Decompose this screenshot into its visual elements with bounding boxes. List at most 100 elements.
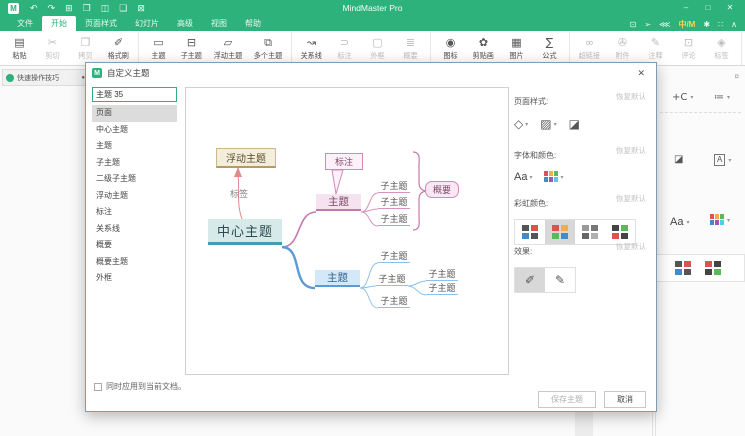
rainbow-style-icon[interactable] (705, 261, 721, 275)
list-item-callout[interactable]: 标注 (92, 204, 177, 221)
restore-default-link[interactable]: 恢复默认 (616, 193, 646, 204)
send-icon[interactable]: ➢ (640, 20, 655, 29)
list-item-page[interactable]: 页面 (92, 105, 177, 122)
caret-down-icon: ▾ (727, 217, 730, 224)
list-item-floating-topic[interactable]: 浮动主题 (92, 188, 177, 205)
font-icon: Aa (670, 216, 683, 228)
background-image-button[interactable]: ▨ ▾ (540, 117, 556, 131)
caret-down-icon: ▾ (560, 174, 563, 181)
formula-button[interactable]: ∑ 公式 (533, 36, 566, 61)
collapse-ribbon-icon[interactable]: ∧ (727, 20, 741, 29)
pin-icon[interactable]: ¤ (735, 72, 739, 81)
color-palette-button[interactable]: ▾ (710, 214, 730, 226)
restore-default-link[interactable]: 恢复默认 (616, 241, 646, 252)
hyperlink-button[interactable]: ∞ 超链接 (573, 36, 606, 61)
multiple-topics-button[interactable]: ⧉ 多个主题 (248, 36, 288, 61)
list-item-subtopic[interactable]: 子主题 (92, 155, 177, 172)
summary-button[interactable]: ≣ 概要 (394, 36, 427, 61)
apps-grid-icon[interactable]: ∷ (714, 20, 727, 29)
tab-help[interactable]: 帮助 (236, 16, 270, 31)
cancel-button[interactable]: 取消 (604, 391, 646, 408)
format-painter-button[interactable]: ✐ 格式刷 (102, 36, 135, 61)
font-button[interactable]: Aa ▾ (670, 216, 689, 228)
redo-button[interactable]: ↷ (43, 0, 61, 16)
mark-icon-button[interactable]: ◉ 图标 (434, 36, 467, 61)
list-item-boundary[interactable]: 外框 (92, 270, 177, 287)
quick-tips-bar[interactable]: 快速操作技巧 ● (2, 69, 89, 86)
topic-button[interactable]: ▭ 主题 (142, 36, 175, 61)
new-button[interactable]: ⊞ (60, 0, 78, 16)
rainbow-style-icon[interactable] (675, 261, 691, 275)
note-label: 注释 (648, 50, 662, 60)
close-button[interactable]: ✕ (719, 1, 741, 15)
fill-style-icon: ◇ (514, 117, 523, 131)
relationship-icon: ↝ (307, 36, 316, 49)
effect-style-2[interactable]: ✎ (545, 268, 575, 292)
apply-to-document-checkbox[interactable]: 同时应用到当前文档。 (94, 381, 186, 392)
canvas-scrollbar[interactable] (575, 412, 593, 436)
open-button[interactable]: ❒ (78, 0, 96, 16)
undo-button[interactable]: ↶ (25, 0, 43, 16)
restore-default-link[interactable]: 恢复默认 (616, 145, 646, 156)
fill-style-button[interactable]: ◇ ▾ (514, 117, 528, 131)
dialog-close-icon[interactable]: ✕ (632, 66, 650, 81)
relationship-button[interactable]: ↝ 关系线 (295, 36, 328, 61)
maximize-button[interactable]: □ (697, 1, 719, 15)
list-item-topic[interactable]: 主题 (92, 138, 177, 155)
tab-home[interactable]: 开始 (42, 16, 76, 31)
restore-default-link[interactable]: 恢复默认 (616, 91, 646, 102)
fullscreen-icon[interactable]: ⊡ (626, 20, 641, 29)
minimize-button[interactable]: – (675, 1, 697, 15)
note-button[interactable]: ✎ 注释 (639, 36, 672, 61)
list-item-central-topic[interactable]: 中心主题 (92, 122, 177, 139)
color-palette-button[interactable]: ▾ (544, 171, 563, 183)
comment-button[interactable]: ⊡ 评论 (672, 36, 705, 61)
boundary-button[interactable]: ▢ 外框 (361, 36, 394, 61)
tab-page-style[interactable]: 页面样式 (76, 16, 126, 31)
save-theme-button[interactable]: 保存主题 (538, 391, 596, 408)
tab-advanced[interactable]: 高级 (168, 16, 202, 31)
checkbox-icon[interactable] (94, 383, 102, 391)
list-style-button[interactable]: ≔ ▾ (714, 92, 730, 103)
theme-name-input[interactable] (92, 87, 177, 102)
save-button[interactable]: ◫ (96, 0, 115, 16)
tab-view[interactable]: 视图 (202, 16, 236, 31)
print-button[interactable]: ❏ (114, 0, 132, 16)
list-item-summary-topic[interactable]: 概要主题 (92, 254, 177, 271)
export-button[interactable]: ⊠ (132, 0, 150, 16)
tab-slideshow[interactable]: 幻灯片 (126, 16, 168, 31)
text-box-button[interactable]: A ▾ (714, 154, 731, 166)
cut-button[interactable]: ✂ 剪切 (36, 36, 69, 61)
language-toggle[interactable]: 中/M (674, 19, 699, 30)
multiple-topics-label: 多个主题 (254, 50, 283, 60)
titlebar: M ↶ ↷ ⊞ ❒ ◫ ❏ ⊠ MindMaster Pro – □ ✕ 文件 … (0, 0, 745, 31)
list-item-relationship[interactable]: 关系线 (92, 221, 177, 238)
subtopic-button[interactable]: ⊟ 子主题 (175, 36, 208, 61)
background-image-icon: ▨ (540, 117, 551, 131)
list-item-level2-subtopic[interactable]: 二级子主题 (92, 171, 177, 188)
watermark-button[interactable]: ◪ (569, 117, 580, 131)
tab-file[interactable]: 文件 (8, 16, 42, 31)
theme-skin-icon[interactable]: ✱ (699, 20, 714, 29)
format-painter-icon: ✐ (114, 36, 123, 49)
note-icon: ✎ (651, 36, 660, 49)
branch-style-button[interactable]: +C ▾ (672, 92, 693, 103)
image-insert-button[interactable]: ◪ (674, 154, 683, 165)
boundary-label: 外框 (370, 50, 384, 60)
share-icon[interactable]: ⋘ (655, 20, 674, 29)
picture-icon: ▦ (511, 36, 521, 49)
preview-topic-blue: 主题 (315, 270, 360, 287)
font-icon: Aa (514, 171, 527, 183)
list-item-summary[interactable]: 概要 (92, 237, 177, 254)
attachment-button[interactable]: ✇ 附件 (606, 36, 639, 61)
picture-button[interactable]: ▦ 图片 (500, 36, 533, 61)
effect-style-1[interactable]: ✐ (515, 268, 545, 292)
font-button[interactable]: Aa ▾ (514, 171, 532, 183)
callout-button[interactable]: ⊃ 标注 (328, 36, 361, 61)
floating-topic-button[interactable]: ▱ 浮动主题 (208, 36, 248, 61)
image-gear-icon: ◪ (674, 154, 683, 165)
paste-button[interactable]: ▤ 粘贴 (3, 36, 36, 61)
clipart-button[interactable]: ✿ 剪贴画 (467, 36, 500, 61)
tag-button[interactable]: ◈ 标签 (705, 36, 738, 61)
copy-button[interactable]: ❐ 拷贝 (69, 36, 102, 61)
